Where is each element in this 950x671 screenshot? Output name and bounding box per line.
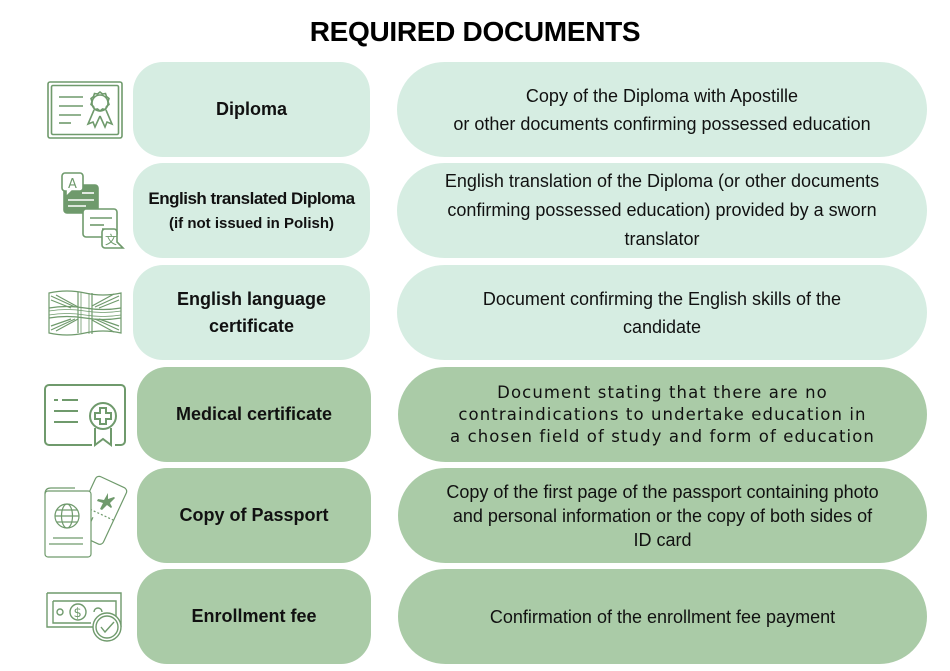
page-title: REQUIRED DOCUMENTS [309, 16, 641, 47]
description-line: Document stating that there are no [497, 382, 828, 402]
diploma-certificate-icon [40, 62, 130, 157]
description-line: a chosen field of study and form of educ… [450, 426, 875, 446]
description-line: translator [624, 229, 700, 249]
description-line: confirming possessed education) provided… [447, 200, 877, 220]
passport-ticket-icon [40, 468, 130, 563]
label-text: Diploma [215, 99, 287, 119]
document-label-english-certificate: English language certificate [133, 265, 370, 360]
label-text: Copy of Passport [179, 505, 329, 525]
label-text: Medical certificate [175, 404, 333, 424]
document-description-enrollment-fee: Confirmation of the enrollment fee payme… [398, 569, 927, 664]
description-line: and personal information or the copy of … [452, 505, 873, 526]
description-line: English translation of the Diploma (or o… [444, 171, 880, 191]
document-description-translated-diploma: English translation of the Diploma (or o… [397, 163, 927, 258]
description-line: Copy of the first page of the passport c… [446, 481, 879, 502]
label-text: Enrollment fee [191, 606, 317, 626]
document-label-passport: Copy of Passport [137, 468, 371, 563]
document-description-medical-certificate: Document stating that there are no contr… [398, 367, 927, 462]
document-description-passport: Copy of the first page of the passport c… [398, 468, 927, 563]
document-row-diploma: Diploma Copy of the Diploma with Apostil… [0, 62, 950, 157]
label-subtext: (if not issued in Polish) [169, 214, 334, 232]
document-row-medical-certificate: Medical certificate Document stating tha… [0, 367, 950, 462]
document-label-translated-diploma: English translated Diploma (if not issue… [133, 163, 370, 258]
description-line: or other documents confirming possessed … [453, 113, 871, 134]
description-line: Document confirming the English skills o… [482, 288, 842, 309]
description-line: Copy of the Diploma with Apostille [525, 85, 799, 106]
svg-text:A: A [68, 177, 77, 192]
document-row-passport: Copy of Passport Copy of the first page … [0, 468, 950, 563]
document-row-english-certificate: English language certificate Document co… [0, 265, 950, 360]
document-label-medical-certificate: Medical certificate [137, 367, 371, 462]
money-check-icon: $ [40, 569, 130, 664]
description-line: Confirmation of the enrollment fee payme… [489, 606, 836, 627]
description-line: candidate [622, 316, 702, 337]
label-text: certificate [208, 315, 295, 336]
svg-text:文: 文 [105, 232, 117, 247]
uk-flag-icon [40, 265, 130, 360]
translation-bubbles-icon: A 文 [40, 163, 130, 258]
svg-text:$: $ [74, 606, 82, 621]
medical-certificate-icon [40, 367, 130, 462]
document-row-translated-diploma: A 文 English translated Diploma (if not i… [0, 163, 950, 258]
description-line: ID card [633, 529, 692, 550]
document-label-enrollment-fee: Enrollment fee [137, 569, 371, 664]
label-text: English language [176, 288, 327, 309]
label-text: English translated Diploma [148, 188, 355, 208]
description-line: contraindications to undertake education… [458, 404, 867, 424]
document-description-english-certificate: Document confirming the English skills o… [397, 265, 927, 360]
document-description-diploma: Copy of the Diploma with Apostille or ot… [397, 62, 927, 157]
document-label-diploma: Diploma [133, 62, 370, 157]
document-row-enrollment-fee: $ Enrollment fee Confirmation of the enr… [0, 569, 950, 664]
